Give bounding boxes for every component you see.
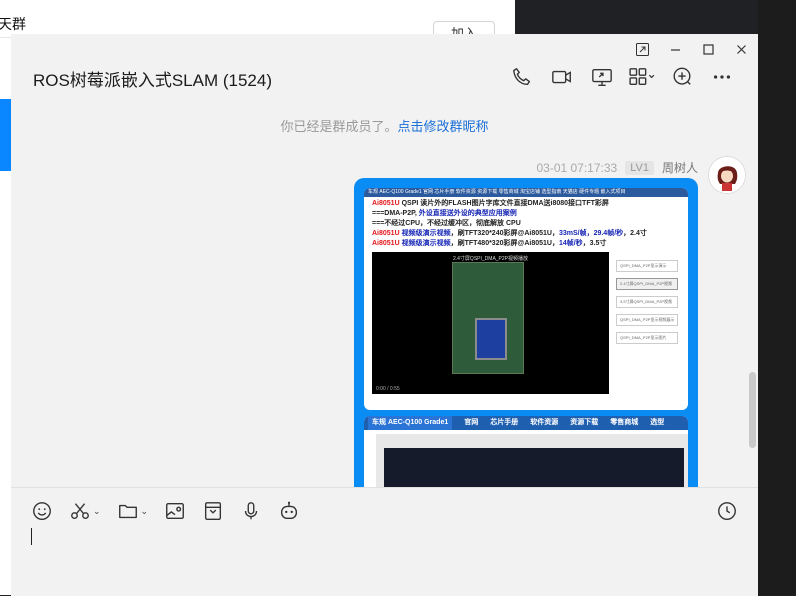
text-fragment: QSPI	[399, 200, 419, 207]
chat-header: ROS树莓派嵌入式SLAM (1524)	[11, 56, 758, 98]
image-icon[interactable]	[164, 498, 186, 524]
text-fragment: 视频级演示视频	[401, 240, 451, 247]
image-nav-item: 官网	[464, 419, 479, 426]
image-nav-item: 芯片手册	[490, 419, 519, 426]
text-fragment: ，刷TFT320*240彩屏@Ai8051U，	[450, 230, 559, 237]
text-fragment: ，刷TFT480*320彩屏@Ai8051U，	[450, 240, 559, 247]
text-fragment: 外设直接送外设的典型应用案例	[418, 210, 517, 217]
image-nav-item: 资源下载	[570, 419, 599, 426]
video-player[interactable]: 2.4寸屏QSPI_DMA_P2P视频播放 0:00 / 0:55	[372, 252, 609, 394]
playlist-item[interactable]: 2.4寸屏QSPI_DMA_P2P视频	[616, 278, 678, 290]
text-fragment: 33mS/帧，29.4帧/秒	[558, 230, 624, 237]
edit-nickname-link[interactable]: 点击修改群昵称	[398, 119, 489, 134]
video-playlist: QSPI_DMA_P2P显示演示 2.4寸屏QSPI_DMA_P2P视频 3.5寸屏…	[616, 260, 678, 350]
group-notice: 你已经是群成员了。点击修改群昵称	[11, 116, 758, 135]
text-fragment: Ai8051U	[372, 200, 400, 207]
text-fragment: ===不经过CPU，不经过缓冲区，彻底解放 CPU	[372, 220, 521, 227]
chevron-down-icon[interactable]: ⌄	[93, 506, 101, 517]
avatar[interactable]	[708, 156, 746, 194]
video-time: 0:00 / 0:55	[376, 386, 400, 392]
image-nav-item: 选型	[650, 419, 665, 426]
image-nav-bar: 车规 AEC-Q100 Grade1 官网 芯片手册 软件资源 资源下载 零售商…	[364, 188, 688, 197]
scissors-icon[interactable]: ⌄	[69, 498, 101, 524]
text-fragment: Ai8051U	[372, 230, 402, 237]
image-text-lines: Ai8051U QSPI 读片外的FLASH图片字库文件直接DMA送i8080接…	[364, 197, 688, 251]
message-timestamp: 03-01 07:17:33	[536, 160, 618, 175]
image-nav-item: 软件资源	[530, 419, 559, 426]
folder-icon[interactable]: ⌄	[117, 498, 149, 524]
message-composer: ⌄ ⌄	[11, 487, 758, 596]
notice-text: 你已经是群成员了。	[280, 119, 398, 134]
text-cursor	[31, 528, 32, 545]
image-text-line: ===不经过CPU，不经过缓冲区，彻底解放 CPU	[372, 219, 680, 229]
image-nav-bar-2: 车规 AEC-Q100 Grade1 官网 芯片手册 软件资源 资源下载 零售商城 选型	[364, 416, 688, 430]
level-badge: LV1	[625, 160, 654, 175]
background-window-title: 天群	[0, 16, 26, 32]
video-call-icon[interactable]	[542, 65, 582, 89]
message-bubble[interactable]: 车规 AEC-Q100 Grade1 官网 芯片手册 软件资源 资源下载 零售商…	[354, 178, 698, 506]
shared-image-card[interactable]: 车规 AEC-Q100 Grade1 官网 芯片手册 软件资源 资源下载 零售商…	[364, 188, 688, 410]
phone-icon[interactable]	[502, 65, 542, 89]
chevron-down-icon[interactable]: ⌄	[141, 506, 149, 517]
more-icon[interactable]	[702, 65, 742, 89]
emoji-icon[interactable]	[31, 498, 53, 524]
microphone-icon[interactable]	[240, 498, 262, 524]
clock-icon[interactable]	[716, 498, 738, 524]
text-fragment: ，3.5寸	[582, 240, 607, 247]
text-fragment: 读片外的FLASH图片字库文件直接DMA送i8080接口TFT彩屏	[418, 200, 609, 207]
text-fragment: ，2.4寸	[623, 230, 647, 237]
selection-indicator	[0, 99, 11, 171]
image-text-line: ===DMA-P2P, 外设直接送外设的典型应用案例	[372, 209, 680, 219]
playlist-item[interactable]: QSPI_DMA_P2P显示图片	[616, 332, 678, 344]
image-text-line: Ai8051U 视频级演示视频，刷TFT320*240彩屏@Ai8051U，33…	[372, 229, 680, 239]
image-nav-item: 车规 AEC-Q100 Grade1	[368, 416, 453, 430]
text-fragment: 14帧/秒	[558, 240, 583, 247]
envelope-icon[interactable]	[202, 498, 224, 524]
text-fragment: 视频级演示视频	[401, 230, 451, 237]
robot-icon[interactable]	[278, 498, 300, 524]
composer-toolbar: ⌄ ⌄	[31, 498, 316, 524]
playlist-item[interactable]: 3.5寸屏QSPI_DMA_P2P视频	[616, 296, 678, 308]
desktop-background	[758, 0, 796, 595]
chat-window: ROS树莓派嵌入式SLAM (1524) 你已经是群成员了。点击修改群昵称 03…	[11, 34, 758, 596]
tft-screen	[475, 318, 507, 360]
image-text-line: Ai8051U 视频级演示视频，刷TFT480*320彩屏@Ai8051U，14…	[372, 239, 680, 249]
text-fragment: ===DMA-P2P,	[372, 210, 419, 217]
image-text-line: Ai8051U QSPI 读片外的FLASH图片字库文件直接DMA送i8080接…	[372, 199, 680, 209]
add-circle-icon[interactable]	[662, 65, 702, 89]
dev-board-image	[452, 262, 524, 374]
image-nav-item: 零售商城	[610, 419, 639, 426]
sender-name[interactable]: 周树人	[662, 159, 698, 176]
message-meta: 03-01 07:17:33 LV1 周树人	[536, 159, 698, 176]
screen-share-icon[interactable]	[582, 65, 622, 89]
playlist-item[interactable]: QSPI_DMA_P2P显示视频展示	[616, 314, 678, 326]
chat-title: ROS树莓派嵌入式SLAM (1524)	[33, 71, 272, 90]
header-actions	[502, 65, 742, 89]
text-fragment: Ai8051U	[372, 240, 402, 247]
video-title: 2.4寸屏QSPI_DMA_P2P视频播放	[452, 256, 529, 262]
playlist-item[interactable]: QSPI_DMA_P2P显示演示	[616, 260, 678, 272]
apps-grid-icon[interactable]	[622, 65, 662, 89]
scrollbar[interactable]	[749, 372, 756, 448]
